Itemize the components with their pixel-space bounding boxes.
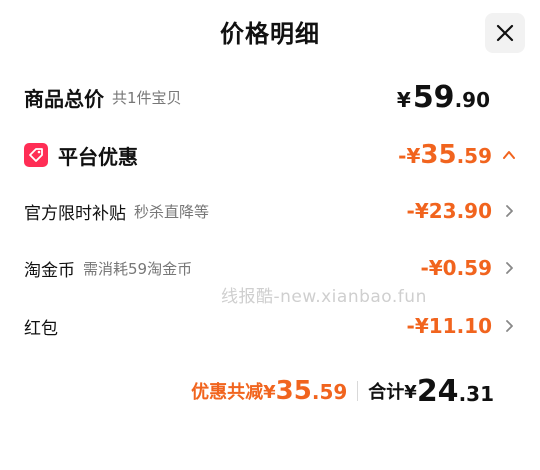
items-total-amount: ¥ 59 .90 [397, 80, 490, 115]
platform-discount-label: 平台优惠 [58, 144, 138, 169]
amount-decimal: .59 [456, 144, 492, 168]
amount-integer: 35 [275, 376, 312, 406]
subsidy-row[interactable]: 官方限时补贴 秒杀直降等 -¥23.90 [24, 191, 516, 231]
watermark: 线报酷-new.xianbao.fun [221, 287, 427, 307]
page-title: 价格明细 [220, 20, 320, 48]
red-packet-row[interactable]: 红包 -¥11.10 [24, 306, 516, 346]
amount-decimal: .59 [311, 380, 348, 404]
items-total-row: 商品总价 共1件宝贝 ¥ 59 .90 [24, 77, 516, 117]
items-count: 共1件宝贝 [112, 88, 182, 107]
divider [357, 381, 359, 401]
items-total-label: 商品总价 [24, 86, 104, 111]
subsidy-amount: -¥23.90 [406, 199, 492, 223]
amount-decimal: .31 [458, 381, 494, 406]
total-discount-label: 优惠共减¥ [191, 382, 276, 403]
red-packet-amount: -¥11.10 [406, 314, 492, 338]
currency-symbol: ¥ [396, 87, 411, 112]
taojinbi-sub: 需消耗59淘金币 [83, 259, 193, 278]
amount-integer: 24 [416, 373, 459, 409]
subsidy-label: 官方限时补贴 [24, 203, 126, 224]
taojinbi-amount: -¥0.59 [420, 256, 492, 280]
price-summary: 优惠共减¥ 35 .59 合计¥ 24 .31 [191, 371, 494, 411]
red-packet-label: 红包 [24, 318, 58, 339]
chevron-right-icon [506, 205, 513, 217]
close-icon [496, 24, 514, 42]
amount-integer: 59 [412, 79, 455, 115]
platform-discount-amount: -¥ 35 .59 [398, 140, 492, 170]
chevron-right-icon [506, 262, 513, 274]
amount-integer: 35 [420, 140, 457, 170]
taojinbi-label: 淘金币 [24, 260, 75, 281]
close-button[interactable] [485, 13, 525, 53]
total-label: 合计¥ [368, 382, 417, 403]
platform-discount-row[interactable]: 平台优惠 -¥ 35 .59 [24, 135, 516, 175]
total-discount-amount: 35 .59 [276, 376, 348, 406]
amount-decimal: .90 [454, 87, 490, 112]
total-amount: 24 .31 [417, 374, 494, 409]
chevron-up-icon[interactable] [502, 148, 516, 162]
coupon-tag-icon [24, 143, 48, 167]
chevron-right-icon [506, 320, 513, 332]
amount-prefix: -¥ [398, 144, 421, 168]
subsidy-sub: 秒杀直降等 [134, 202, 210, 221]
